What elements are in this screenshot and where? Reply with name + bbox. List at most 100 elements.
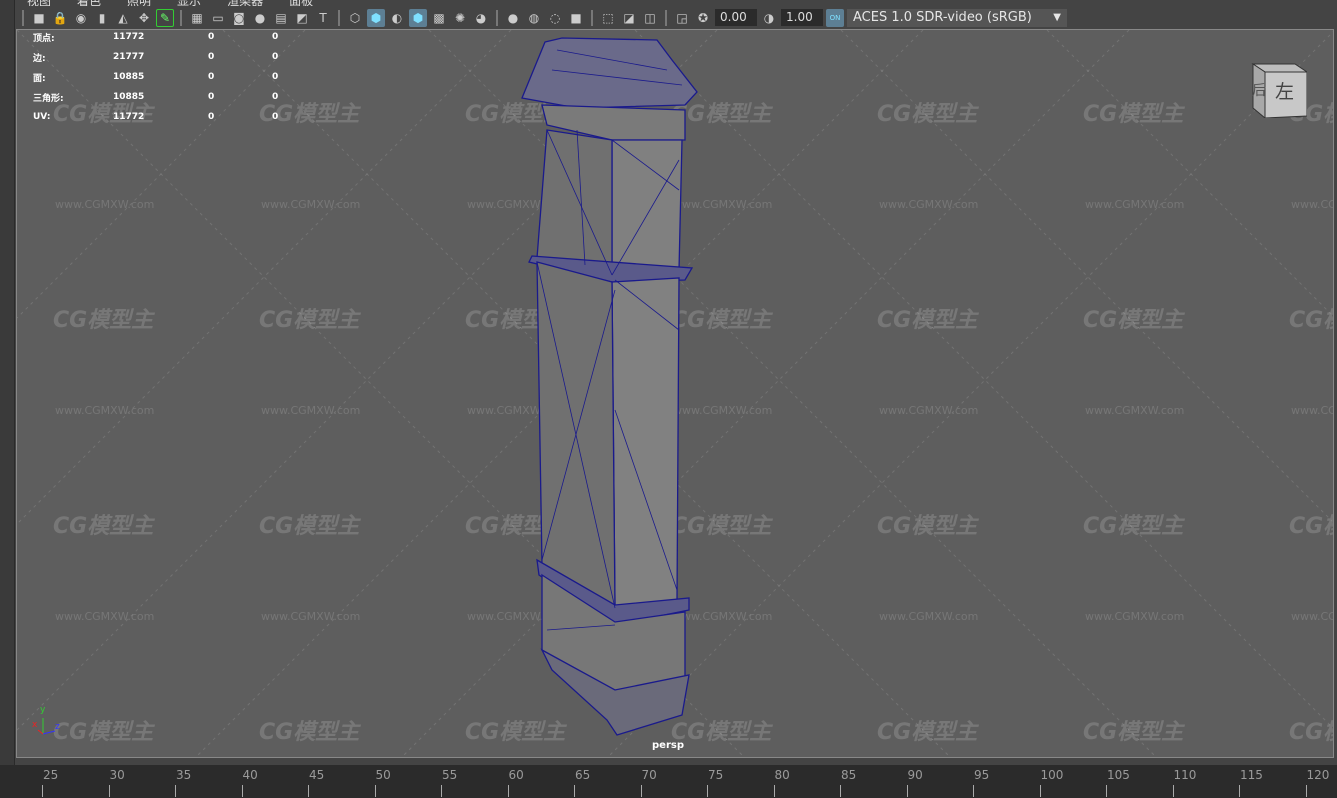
timeline-tick [507, 785, 509, 797]
color-space-dropdown[interactable]: ACES 1.0 SDR-video (sRGB) ▼ [847, 8, 1067, 27]
isolate-select-icon[interactable]: ⬚ [599, 9, 617, 27]
safe-title-icon[interactable]: T [314, 9, 332, 27]
stat-row: 顶点: 11772 0 0 [33, 30, 279, 47]
timeline-frame-label: 100 [1040, 768, 1064, 782]
backface-icon[interactable]: ◲ [673, 9, 691, 27]
timeline-tick [707, 785, 708, 797]
timeline-tick [374, 785, 376, 797]
stat-row: UV: 11772 0 0 [33, 107, 278, 127]
stat-value: 10885 [113, 92, 145, 102]
time-slider[interactable]: 25 30 35 40 45 50 55 60 65 70 75 80 85 90 95 100 105 110 1… [0, 765, 1337, 798]
viewcube-side-label[interactable]: 后 [1252, 80, 1266, 100]
exposure-icon[interactable]: ✪ [694, 9, 712, 27]
bookmark-icon[interactable]: ▮ [93, 9, 111, 27]
chevron-down-icon[interactable]: ▼ [1053, 12, 1061, 23]
timeline-tick [241, 785, 243, 797]
timeline-tick [1305, 785, 1307, 797]
resolution-gate-icon[interactable]: ◙ [230, 9, 248, 27]
color-management-icon[interactable]: ON [826, 8, 844, 27]
viewport-persp[interactable]: CG模型主CG模型主CG模型主CG模型主CG模型主CG模型主CG模型主CG模型主… [16, 29, 1334, 758]
stat-label: 面: [33, 73, 46, 84]
camera-name-label: persp [652, 740, 684, 751]
2d-pan-zoom-icon[interactable]: ✥ [135, 9, 153, 27]
screen-space-ao-icon[interactable]: ● [504, 9, 522, 27]
timeline-frame-label: 90 [907, 768, 923, 782]
default-material-icon[interactable]: ◐ [388, 9, 406, 27]
gamma-icon[interactable]: ◑ [760, 9, 778, 27]
stat-value: 0 [272, 52, 279, 62]
timeline-frame-label: 80 [774, 768, 790, 782]
xray-active-icon[interactable]: ◫ [641, 9, 659, 27]
use-all-lights-icon[interactable]: ✺ [451, 9, 469, 27]
timeline-frame-label: 35 [176, 768, 192, 782]
field-chart-icon[interactable]: ▤ [272, 9, 290, 27]
stat-row: 面: 10885 0 0 [33, 67, 278, 87]
timeline-tick [1172, 785, 1174, 797]
timeline-tick [1106, 785, 1107, 797]
xray-icon[interactable]: ▩ [430, 9, 448, 27]
toolbar-separator [591, 9, 593, 26]
timeline-frame-label: 120 [1306, 768, 1330, 782]
toolbar-separator [338, 9, 340, 26]
camera-attributes-icon[interactable]: ◉ [72, 9, 90, 27]
timeline-frame-label: 105 [1107, 768, 1130, 782]
stat-value: 11772 [113, 112, 145, 122]
axis-y-label: y [40, 705, 46, 715]
stat-value: 0 [272, 92, 279, 102]
grid-icon[interactable]: ▦ [188, 9, 206, 27]
toolbar-separator [180, 9, 182, 26]
wireframe-icon[interactable]: ⬡ [346, 9, 364, 27]
camera-icon[interactable]: ■ [30, 9, 48, 27]
film-gate-icon[interactable]: ▭ [209, 9, 227, 27]
xray-joints-icon[interactable]: ◪ [620, 9, 638, 27]
depth-of-field-icon[interactable]: ■ [567, 9, 585, 27]
lock-camera-icon[interactable]: 🔒 [51, 9, 69, 27]
stat-row: 边: 21777 0 0 [33, 47, 278, 67]
stat-label: 三角形: [33, 93, 64, 104]
timeline-frame-label: 40 [242, 768, 258, 782]
anti-aliasing-icon[interactable]: ◌ [546, 9, 564, 27]
timeline-frame-label: 30 [109, 768, 125, 782]
stat-value: 0 [208, 72, 215, 82]
stat-value: 0 [208, 52, 215, 62]
stat-value: 0 [272, 112, 279, 122]
timeline-tick [441, 785, 442, 797]
gamma-field[interactable]: 1.00 [781, 9, 823, 26]
stat-value: 0 [208, 32, 215, 42]
grease-pencil-icon[interactable]: ✎ [156, 8, 174, 27]
smooth-shade-icon[interactable]: ⬢ [367, 8, 385, 27]
left-toolbox-strip [0, 0, 15, 765]
timeline-frame-label: 95 [974, 768, 990, 782]
axis-z-label: z [55, 722, 60, 732]
toolbar-separator [22, 9, 24, 26]
timeline-tick [773, 785, 775, 797]
axis-x-label: x [32, 720, 38, 730]
shadows-icon[interactable]: ◕ [472, 9, 490, 27]
timeline-tick [1039, 785, 1041, 797]
motion-blur-icon[interactable]: ◍ [525, 9, 543, 27]
model-wireframe[interactable] [17, 30, 1334, 758]
viewcube[interactable]: 后 左 [1245, 60, 1309, 120]
timeline-frame-label: 110 [1173, 768, 1197, 782]
stat-value: 0 [208, 112, 215, 122]
stat-label: 顶点: [33, 33, 55, 44]
timeline-frame-label: 65 [575, 768, 591, 782]
safe-action-icon[interactable]: ◩ [293, 9, 311, 27]
stat-value: 0 [272, 72, 279, 82]
timeline-frame-label: 70 [641, 768, 657, 782]
axis-gizmo: y x z [32, 705, 65, 738]
timeline-frame-label: 45 [309, 768, 325, 782]
gate-mask-icon[interactable]: ● [251, 9, 269, 27]
wireframe-on-shaded-icon[interactable]: ⬢ [409, 8, 427, 27]
timeline-frame-label: 60 [508, 768, 524, 782]
timeline-frame-label: 25 [43, 768, 59, 782]
exposure-field[interactable]: 0.00 [715, 9, 757, 26]
viewcube-front-label[interactable]: 左 [1275, 77, 1294, 104]
stat-value: 0 [208, 92, 215, 102]
panel-toolbar: ■ 🔒 ◉ ▮ ◭ ✥ ✎ ▦ ▭ ◙ ● ▤ ◩ T ⬡ ⬢ ◐ ⬢ ▩ ✺ ◕ ● ◍ ◌ ■ ⬚ ◪ ◫ ◲ ✪ 0.00 ◑ 1.00 O… [15, 6, 1337, 29]
stat-label: UV: [33, 112, 51, 122]
stat-value: 0 [272, 32, 279, 42]
image-plane-icon[interactable]: ◭ [114, 9, 132, 27]
timeline-frame-label: 85 [841, 768, 857, 782]
timeline-tick [973, 785, 974, 797]
